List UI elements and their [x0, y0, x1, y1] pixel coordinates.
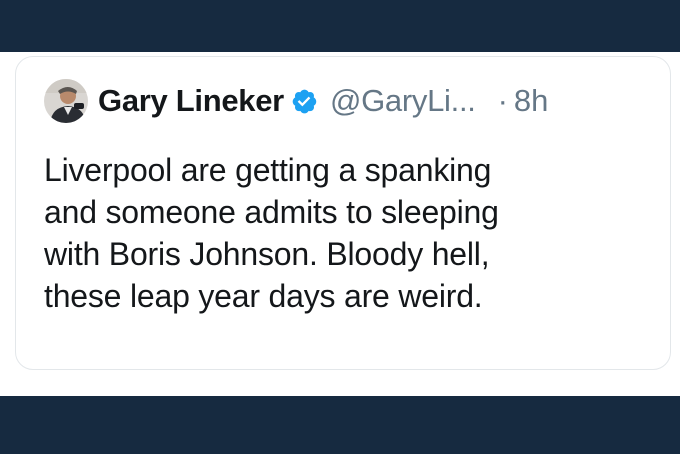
dot-separator: · — [497, 83, 508, 118]
screenshot-frame: Gary Lineker @GaryLi... · 8h Liverpool a… — [0, 0, 680, 454]
author-handle[interactable]: @GaryLi... — [330, 83, 476, 119]
tweet-header: Gary Lineker @GaryLi... · 8h — [44, 79, 548, 123]
quoted-tweet-card[interactable]: Gary Lineker @GaryLi... · 8h Liverpool a… — [15, 56, 671, 370]
bottom-dark-band — [0, 396, 680, 454]
tweet-timestamp[interactable]: 8h — [514, 83, 548, 119]
verified-badge-icon — [290, 87, 318, 115]
tweet-text: Liverpool are getting a spanking and som… — [44, 152, 499, 314]
avatar[interactable] — [44, 79, 88, 123]
author-name[interactable]: Gary Lineker — [98, 83, 284, 119]
top-dark-band — [0, 0, 680, 52]
